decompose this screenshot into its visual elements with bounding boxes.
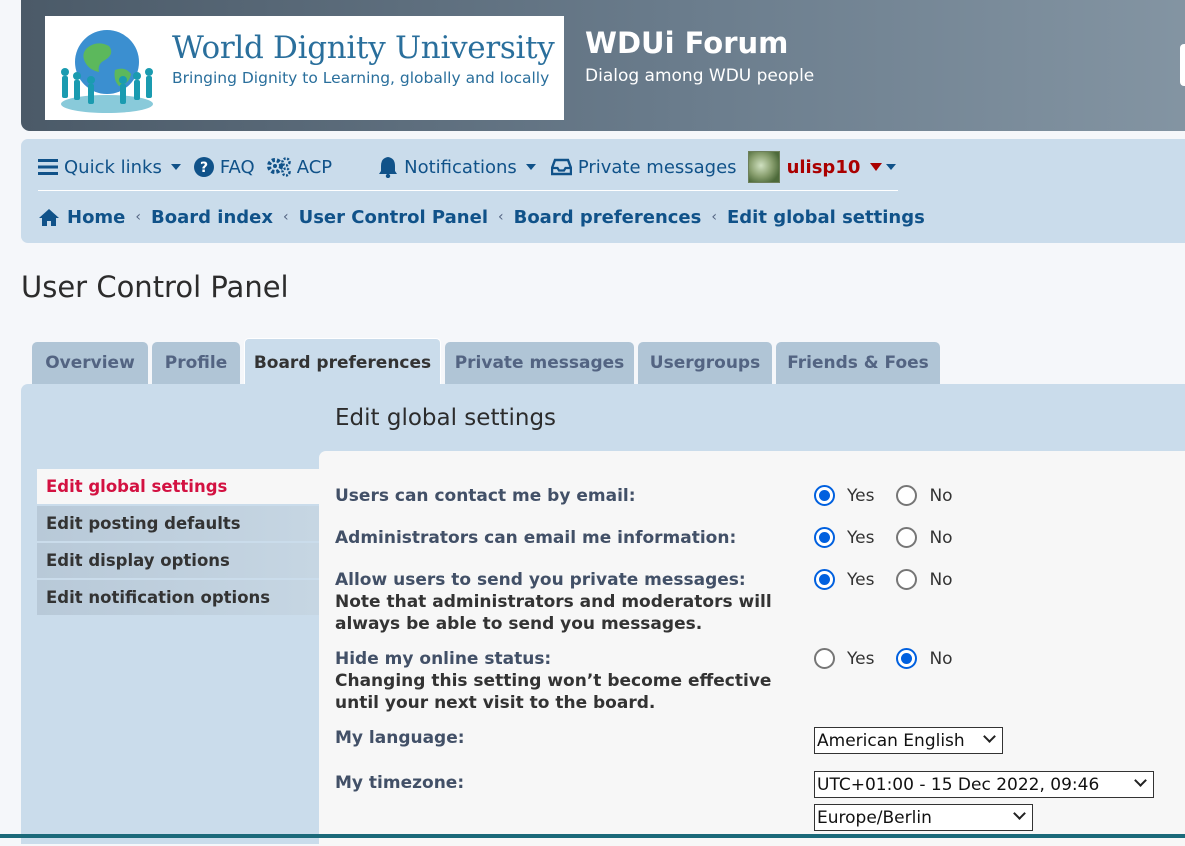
allow-pm-radio-group: Yes No <box>814 569 975 590</box>
breadcrumb-separator: ‹ <box>711 209 717 225</box>
field-label-text: Hide my online status: <box>335 649 552 669</box>
caret-down-icon <box>870 163 883 171</box>
radio-no[interactable] <box>896 569 918 590</box>
field-label-with-note: Hide my online status: Changing this set… <box>335 648 771 714</box>
timezone-date-select[interactable]: UTC+01:00 - 15 Dec 2022, 09:46 <box>814 771 1154 798</box>
page-bottom-border <box>0 834 1185 838</box>
svg-text:?: ? <box>200 160 208 176</box>
notifications-button[interactable]: Notifications <box>378 156 536 178</box>
breadcrumb-edit-global-settings[interactable]: Edit global settings <box>727 207 925 228</box>
radio-no[interactable] <box>896 527 918 548</box>
logo-subtitle: Bringing Dignity to Learning, globally a… <box>172 69 550 87</box>
nav-divider <box>38 190 898 191</box>
question-circle-icon: ? <box>193 157 214 177</box>
chevron-down-icon <box>983 730 996 743</box>
radio-yes-label: Yes <box>847 527 875 548</box>
contact-email-radio-group: Yes No <box>814 485 975 506</box>
site-description: Dialog among WDU people <box>585 66 815 86</box>
breadcrumb-board-preferences[interactable]: Board preferences <box>514 207 702 228</box>
chevron-down-icon <box>1013 807 1026 820</box>
side-menu-edit-posting-defaults[interactable]: Edit posting defaults <box>37 506 319 541</box>
gears-icon <box>266 157 291 177</box>
header-edge-tab <box>1180 44 1185 86</box>
field-note: always be able to send you messages. <box>335 614 703 634</box>
acp-link[interactable]: ACP <box>266 156 333 178</box>
language-select-value: American English <box>817 730 965 751</box>
timezone-label: My timezone: <box>335 773 465 793</box>
tab-usergroups[interactable]: Usergroups <box>638 342 772 384</box>
radio-yes[interactable] <box>814 569 835 590</box>
breadcrumb: Home ‹ Board index ‹ User Control Panel … <box>38 202 925 232</box>
timezone-date-value: UTC+01:00 - 15 Dec 2022, 09:46 <box>817 774 1100 795</box>
tab-friends-foes[interactable]: Friends & Foes <box>776 342 940 384</box>
radio-no[interactable] <box>896 648 918 669</box>
chevron-down-icon <box>1134 774 1147 787</box>
tab-board-preferences[interactable]: Board preferences <box>244 338 441 386</box>
radio-yes-label: Yes <box>847 569 875 590</box>
chevron-down-icon <box>886 164 897 170</box>
breadcrumb-separator: ‹ <box>135 209 142 225</box>
site-logo[interactable]: World Dignity University Bringing Dignit… <box>45 16 564 120</box>
acp-label: ACP <box>296 156 333 178</box>
site-title: WDUi Forum <box>585 26 789 60</box>
user-menu-button[interactable]: ulisp10 <box>747 151 897 183</box>
radio-yes-label: Yes <box>847 485 875 506</box>
chevron-down-icon <box>525 164 536 170</box>
timezone-region-select[interactable]: Europe/Berlin <box>814 804 1033 831</box>
radio-no[interactable] <box>896 485 918 506</box>
radio-yes[interactable] <box>814 527 835 548</box>
globe-icon <box>61 30 153 113</box>
faq-link[interactable]: ? FAQ <box>193 156 255 178</box>
breadcrumb-ucp[interactable]: User Control Panel <box>299 207 488 228</box>
side-menu-edit-global-settings[interactable]: Edit global settings <box>37 469 319 504</box>
bell-icon <box>379 157 398 178</box>
radio-no-label: No <box>929 527 953 548</box>
language-label: My language: <box>335 728 465 748</box>
language-select[interactable]: American English <box>814 727 1003 754</box>
chevron-down-icon <box>170 164 181 170</box>
tab-private-messages[interactable]: Private messages <box>445 342 634 384</box>
radio-yes[interactable] <box>814 485 835 506</box>
field-label-text: Allow users to send you private messages… <box>335 570 746 590</box>
tab-overview[interactable]: Overview <box>32 342 148 384</box>
breadcrumb-home[interactable]: Home <box>67 207 125 228</box>
quick-links-label: Quick links <box>64 156 162 178</box>
field-label: Administrators can email me information: <box>335 528 737 548</box>
field-note: until your next visit to the board. <box>335 693 656 713</box>
inbox-icon <box>550 158 572 176</box>
breadcrumb-separator: ‹ <box>497 209 504 225</box>
private-messages-label: Private messages <box>577 156 737 178</box>
breadcrumb-board-index[interactable]: Board index <box>151 207 273 228</box>
faq-label: FAQ <box>219 156 255 178</box>
home-icon <box>39 208 59 226</box>
breadcrumb-separator: ‹ <box>282 209 289 225</box>
field-label: Users can contact me by email: <box>335 486 636 506</box>
field-note: Changing this setting won’t become effec… <box>335 671 772 691</box>
radio-no-label: No <box>929 648 953 669</box>
private-messages-link[interactable]: Private messages <box>550 156 737 178</box>
hide-online-radio-group: Yes No <box>814 648 975 669</box>
radio-yes-label: Yes <box>847 648 875 669</box>
hamburger-icon <box>38 159 58 175</box>
notifications-label: Notifications <box>404 156 517 178</box>
logo-title: World Dignity University <box>172 30 555 66</box>
nav-links: Quick links ? FAQ ACP Notifications Priv… <box>38 151 897 183</box>
admin-email-radio-group: Yes No <box>814 527 975 548</box>
radio-no-label: No <box>929 485 953 506</box>
timezone-region-value: Europe/Berlin <box>817 807 932 828</box>
radio-no-label: No <box>929 569 953 590</box>
avatar <box>747 151 780 183</box>
tab-profile[interactable]: Profile <box>152 342 240 384</box>
side-menu-edit-notification-options[interactable]: Edit notification options <box>37 580 319 615</box>
side-menu-edit-display-options[interactable]: Edit display options <box>37 543 319 578</box>
page-title: User Control Panel <box>21 270 289 304</box>
radio-yes[interactable] <box>814 648 835 669</box>
content-title: Edit global settings <box>335 405 557 431</box>
field-label-with-note: Allow users to send you private messages… <box>335 569 772 635</box>
username: ulisp10 <box>786 156 861 178</box>
quick-links-button[interactable]: Quick links <box>38 157 181 178</box>
field-note: Note that administrators and moderators … <box>335 592 772 612</box>
